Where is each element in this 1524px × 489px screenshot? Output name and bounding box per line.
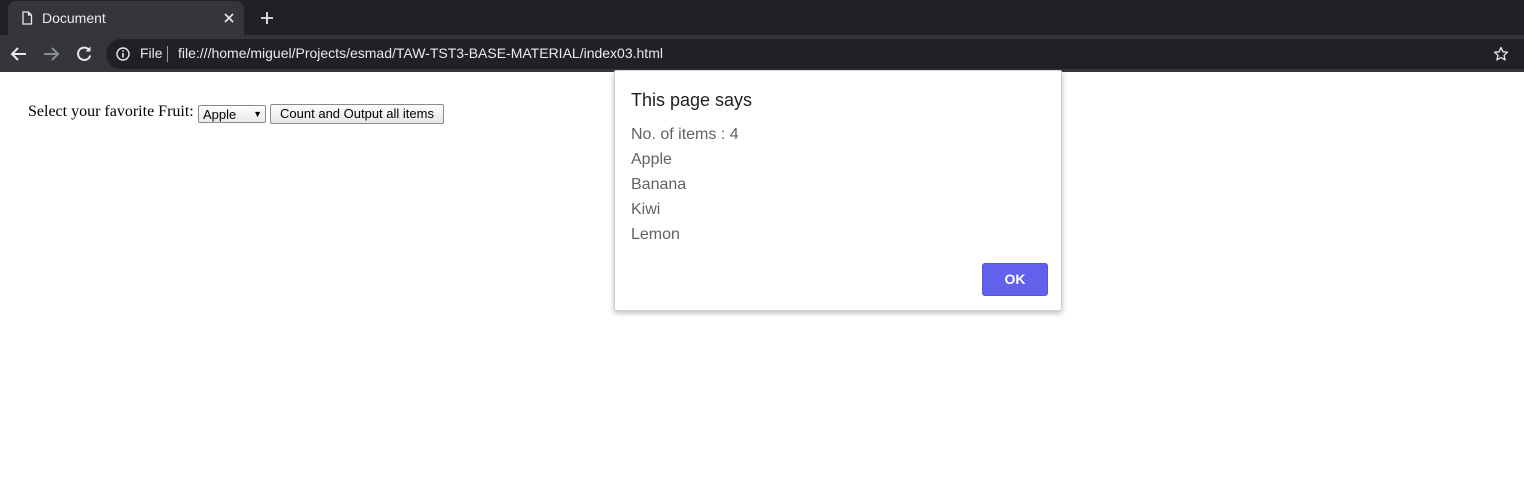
info-icon[interactable] — [116, 47, 130, 61]
star-icon[interactable] — [1493, 46, 1509, 62]
ok-button[interactable]: OK — [982, 263, 1048, 296]
address-bar[interactable]: File file:///home/miguel/Projects/esmad/… — [106, 39, 1524, 69]
fruit-select-value: Apple — [203, 107, 237, 122]
fruit-select[interactable]: Apple ▼ — [198, 105, 266, 123]
address-separator — [167, 46, 168, 62]
tab-strip: Document — [0, 0, 1524, 35]
arrow-right-icon[interactable] — [41, 44, 61, 64]
item-count-line: No. of items : 4 — [631, 126, 739, 143]
dropdown-arrow-icon: ▼ — [253, 109, 262, 119]
browser-tab[interactable]: Document — [8, 1, 244, 35]
fruit-label: Select your favorite Fruit: — [28, 103, 194, 120]
arrow-left-icon[interactable] — [9, 44, 29, 64]
count-output-button[interactable]: Count and Output all items — [270, 104, 444, 124]
page-icon — [22, 11, 33, 25]
url-text[interactable]: file:///home/miguel/Projects/esmad/TAW-T… — [178, 45, 663, 61]
scheme-label: File — [140, 45, 163, 61]
dialog-item: Kiwi — [631, 201, 661, 218]
dialog-item: Apple — [631, 151, 672, 168]
browser-toolbar: File file:///home/miguel/Projects/esmad/… — [0, 35, 1524, 72]
alert-dialog: This page says No. of items : 4 Apple Ba… — [614, 70, 1062, 311]
dialog-title: This page says — [631, 90, 753, 110]
tab-title: Document — [42, 10, 106, 26]
plus-icon[interactable] — [259, 10, 275, 26]
close-icon[interactable] — [222, 11, 236, 25]
reload-icon[interactable] — [74, 44, 94, 64]
dialog-item: Lemon — [631, 226, 680, 243]
dialog-item: Banana — [631, 176, 687, 193]
